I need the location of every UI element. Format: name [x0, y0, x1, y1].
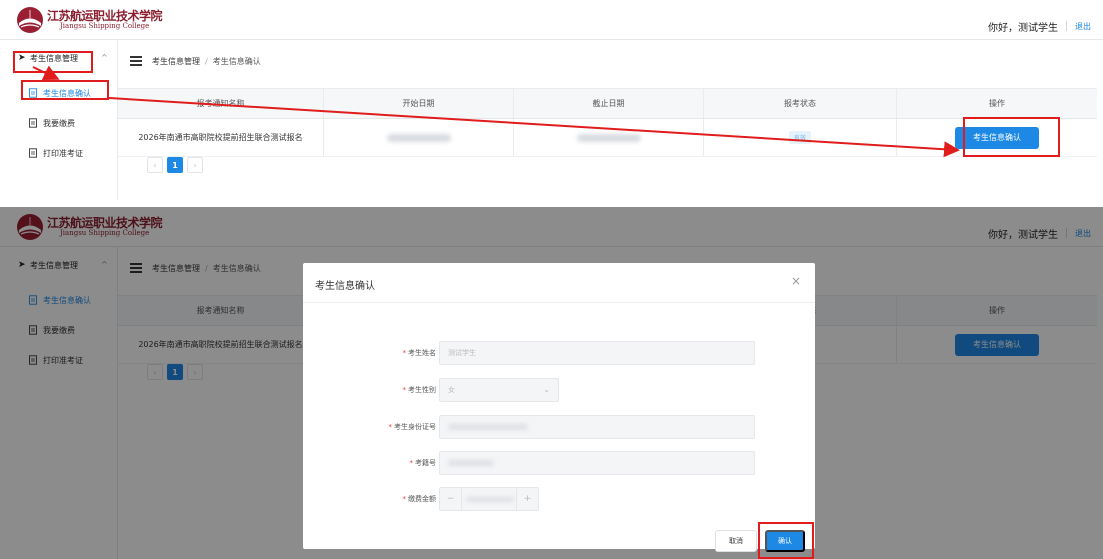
sidebar-item-payment[interactable]: 我要缴费: [28, 118, 118, 132]
breadcrumb: 考生信息管理 / 考生信息确认: [130, 54, 261, 68]
form-row-payment-amount: * 缴费金额 − +: [303, 487, 815, 511]
cell-end-date: [514, 119, 704, 156]
user-greeting: 你好，测试学生: [988, 22, 1058, 34]
sidebar-group-label: 考生信息管理: [30, 54, 78, 63]
cancel-button[interactable]: 取消: [715, 530, 757, 552]
field-label: * 考生姓名: [402, 349, 437, 357]
redacted-value: [448, 424, 528, 430]
sidebar-item-label: 考生信息确认: [43, 89, 91, 98]
confirm-button[interactable]: 确认: [765, 530, 805, 552]
sidebar-item-label: 我要缴费: [43, 119, 75, 128]
gender-select[interactable]: 女 ⌄: [439, 378, 559, 402]
field-label: * 考生性别: [402, 386, 437, 394]
table-row: 2026年南通市高职院校提前招生联合测试报名 有效 考生信息确认: [118, 119, 1097, 157]
form-row-gender: * 考生性别 女 ⌄: [303, 378, 815, 402]
form-row-name: * 考生姓名 测试学生: [303, 341, 815, 365]
column-header-start-date: 开始日期: [324, 89, 514, 118]
divider: [1066, 21, 1067, 31]
screenshot-step-2: 江苏航运职业技术学院 Jiangsu Shipping College 你好，测…: [0, 207, 1103, 559]
redacted-value: [448, 460, 494, 466]
table-header: 报考通知名称 开始日期 截止日期 报考状态 操作: [118, 89, 1097, 119]
document-icon: [28, 118, 38, 128]
breadcrumb-root[interactable]: 考生信息管理: [152, 56, 200, 67]
logo-subtitle: Jiangsu Shipping College: [60, 22, 150, 30]
pagination: ‹ 1 ›: [147, 157, 203, 173]
chevron-up-icon: ^: [101, 53, 108, 62]
form-row-id-number: * 考生身份证号: [303, 415, 815, 439]
exam-notice-table: 报考通知名称 开始日期 截止日期 报考状态 操作 2026年南通市高职院校提前招…: [118, 88, 1097, 157]
confirm-info-button[interactable]: 考生信息确认: [955, 126, 1039, 149]
redacted-value: [466, 497, 514, 502]
column-header-action: 操作: [989, 99, 1005, 108]
field-label: * 考生身份证号: [388, 423, 437, 431]
form-row-registration-number: * 考籍号: [303, 451, 815, 475]
close-icon[interactable]: ×: [791, 274, 801, 288]
app-header: 江苏航运职业技术学院 Jiangsu Shipping College 你好，测…: [0, 0, 1103, 40]
id-number-field[interactable]: [439, 415, 755, 439]
sidebar: ➤ 考生信息管理 ^ 考生信息确认 我要缴费 打印准考证: [0, 40, 118, 200]
user-area: 你好，测试学生 退出: [988, 19, 1091, 34]
student-info-confirm-dialog: 考生信息确认 × * 考生姓名 测试学生 * 考生性别 女 ⌄ * 考生身份证号 * 考…: [303, 263, 815, 559]
college-logo[interactable]: 江苏航运职业技术学院 Jiangsu Shipping College: [16, 6, 176, 36]
required-mark: *: [402, 386, 407, 394]
redacted-value: [576, 133, 641, 142]
required-mark: *: [402, 349, 407, 357]
page-button-current[interactable]: 1: [167, 157, 183, 173]
payment-amount-stepper[interactable]: − +: [439, 487, 539, 511]
cell-notice-name: 2026年南通市高职院校提前招生联合测试报名: [118, 119, 324, 156]
required-mark: *: [402, 495, 407, 503]
document-icon: [28, 148, 38, 158]
dialog-title: 考生信息确认: [315, 281, 375, 292]
registration-number-field[interactable]: [439, 451, 755, 475]
field-label: * 考籍号: [409, 459, 437, 467]
screenshot-step-1: 江苏航运职业技术学院 Jiangsu Shipping College 你好，测…: [0, 0, 1103, 200]
chevron-down-icon: ⌄: [543, 385, 550, 394]
column-header-end-date: 截止日期: [514, 89, 704, 118]
column-header-notice-name: 报考通知名称: [118, 89, 324, 118]
gender-value: 女: [448, 386, 455, 394]
sidebar-item-label: 打印准考证: [43, 149, 83, 158]
redacted-value: [386, 133, 451, 142]
required-mark: *: [388, 423, 393, 431]
prev-page-button[interactable]: ‹: [147, 157, 163, 173]
sidebar-item-print-admission[interactable]: 打印准考证: [28, 148, 118, 162]
next-page-button[interactable]: ›: [187, 157, 203, 173]
paper-plane-icon: ➤: [18, 53, 26, 63]
document-icon: [28, 88, 38, 98]
college-logo-icon: [17, 7, 43, 33]
decrement-button[interactable]: −: [440, 488, 462, 510]
cell-status: 有效: [704, 119, 897, 156]
sidebar-item-student-info-confirm[interactable]: 考生信息确认: [28, 88, 118, 102]
status-badge: 有效: [788, 131, 811, 144]
name-field[interactable]: 测试学生: [439, 341, 755, 365]
name-value: 测试学生: [448, 349, 476, 357]
cell-start-date: [324, 119, 514, 156]
menu-icon[interactable]: [130, 56, 142, 66]
breadcrumb-current: 考生信息确认: [212, 56, 261, 66]
logout-link[interactable]: 退出: [1075, 21, 1091, 32]
dialog-header: 考生信息确认 ×: [303, 263, 815, 303]
required-mark: *: [409, 459, 414, 467]
breadcrumb-separator: /: [205, 56, 208, 66]
column-header-status: 报考状态: [704, 89, 897, 118]
cell-action: 考生信息确认: [897, 119, 1097, 156]
increment-button[interactable]: +: [516, 488, 538, 510]
field-label: * 缴费金额: [402, 495, 437, 503]
sidebar-group-header[interactable]: ➤ 考生信息管理 ^: [0, 48, 118, 70]
